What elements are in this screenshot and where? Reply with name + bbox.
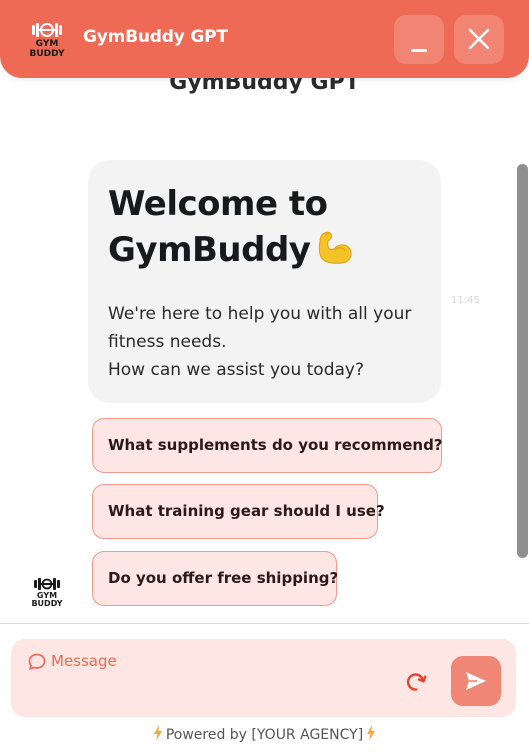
welcome-heading: Welcome to GymBuddy: [108, 182, 428, 277]
bot-avatar: GYM BUDDY: [30, 576, 64, 608]
minimize-icon: [411, 49, 427, 52]
message-input[interactable]: [51, 650, 381, 672]
refresh-button[interactable]: [404, 670, 428, 694]
header-title: GymBuddy GPT: [83, 27, 228, 47]
chat-bubble-icon: [27, 652, 47, 676]
svg-text:BUDDY: BUDDY: [31, 599, 62, 608]
welcome-text: We're here to help you with all your fit…: [108, 300, 428, 384]
welcome-line-2: How can we assist you today?: [108, 360, 364, 380]
message-timestamp: 11:45: [451, 295, 480, 306]
powered-by-footer: Powered by [YOUR AGENCY]: [0, 725, 529, 745]
close-button[interactable]: [454, 15, 504, 64]
message-composer: [11, 639, 516, 717]
chat-scrollbar-thumb[interactable]: [517, 164, 528, 558]
suggestion-training-gear[interactable]: What training gear should I use?: [92, 484, 385, 539]
suggestion-free-shipping[interactable]: Do you offer free shipping?: [92, 551, 338, 606]
composer-divider: [0, 623, 529, 624]
svg-text:BUDDY: BUDDY: [30, 49, 65, 58]
suggestion-supplements[interactable]: What supplements do you recommend?: [92, 418, 443, 473]
send-icon: [466, 672, 486, 690]
close-icon: [468, 28, 490, 50]
powered-by-text: Powered by [YOUR AGENCY]: [165, 727, 364, 743]
send-button[interactable]: [451, 656, 501, 706]
refresh-icon: [406, 673, 427, 691]
svg-text:GYM: GYM: [36, 39, 59, 49]
lightning-bolt-icon: [153, 725, 163, 745]
minimize-button[interactable]: [394, 15, 444, 64]
welcome-line-1: We're here to help you with all your fit…: [108, 304, 412, 352]
chat-header: GYM BUDDY GymBuddy GPT: [0, 0, 529, 78]
flexed-biceps-icon: [314, 227, 354, 277]
welcome-message-bubble: Welcome to GymBuddy We're here to help y…: [88, 160, 441, 403]
gymbuddy-logo: GYM BUDDY: [28, 18, 66, 59]
lightning-bolt-icon: [366, 725, 376, 745]
